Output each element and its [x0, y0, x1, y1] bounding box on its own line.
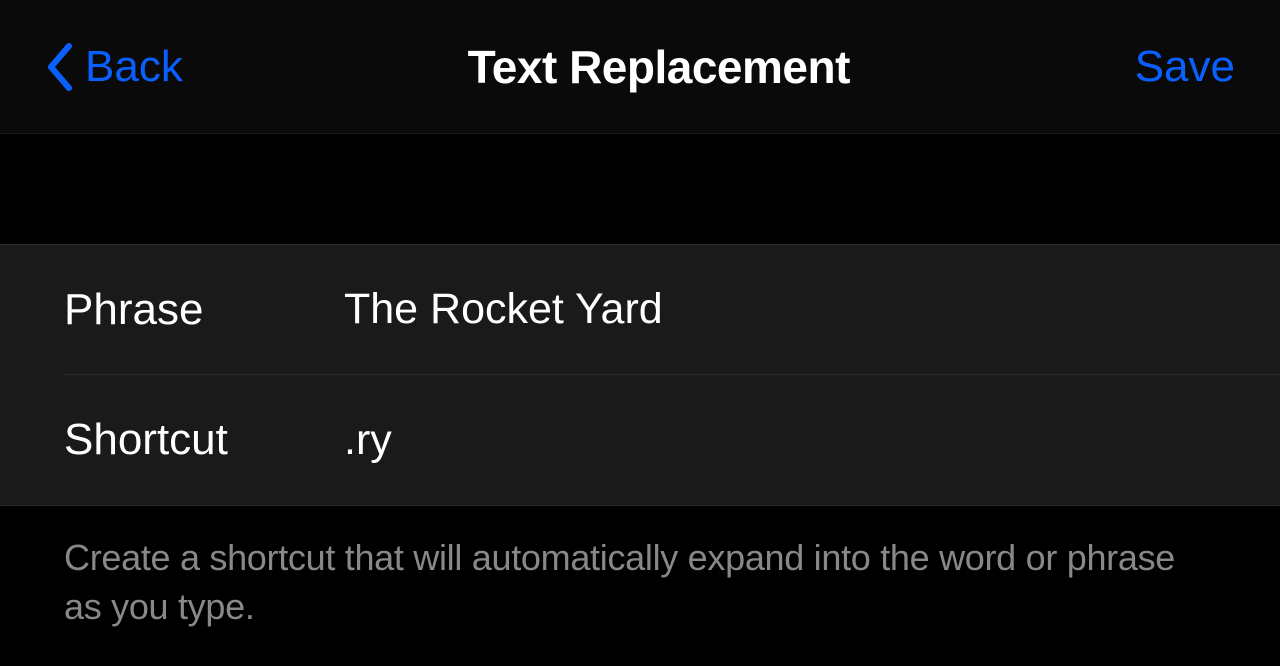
save-button[interactable]: Save: [1135, 42, 1235, 92]
form-section: Phrase Shortcut: [0, 244, 1280, 506]
section-spacer: [0, 134, 1280, 244]
chevron-left-icon: [45, 42, 75, 92]
footer-help-text: Create a shortcut that will automaticall…: [0, 506, 1280, 659]
shortcut-row: Shortcut: [0, 375, 1280, 505]
phrase-input[interactable]: [344, 285, 1216, 334]
back-button[interactable]: Back: [45, 42, 183, 92]
shortcut-label: Shortcut: [64, 415, 344, 465]
shortcut-input[interactable]: [344, 416, 1216, 465]
page-title: Text Replacement: [468, 40, 850, 94]
navigation-bar: Back Text Replacement Save: [0, 0, 1280, 134]
phrase-label: Phrase: [64, 285, 344, 335]
back-label: Back: [85, 42, 183, 92]
phrase-row: Phrase: [64, 245, 1280, 375]
